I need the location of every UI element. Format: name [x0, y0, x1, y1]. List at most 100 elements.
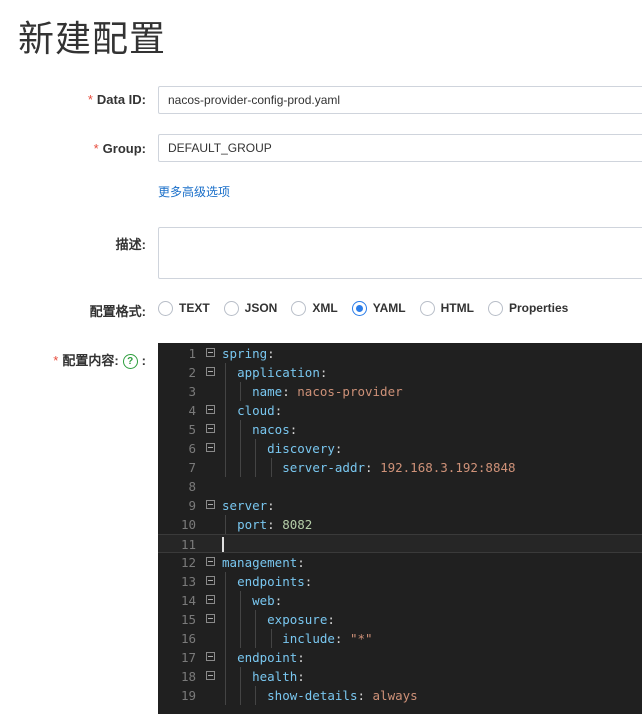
- line-number: 17: [180, 650, 196, 665]
- radio-xml[interactable]: XML: [291, 300, 338, 316]
- code-text: include: "*": [282, 631, 373, 646]
- line-number: 8: [188, 479, 196, 494]
- data-id-label-text: Data ID:: [96, 92, 146, 107]
- fold-toggle-icon[interactable]: [206, 557, 215, 566]
- indent-guide: [255, 610, 257, 648]
- radio-label: JSON: [244, 301, 278, 315]
- radio-text[interactable]: TEXT: [158, 300, 210, 316]
- code-line[interactable]: 19 show-details: always: [158, 686, 642, 705]
- line-number: 10: [180, 517, 196, 532]
- radio-label: XML: [312, 301, 338, 315]
- indent-guide: [240, 382, 242, 401]
- radio-label: YAML: [372, 301, 406, 315]
- code-line[interactable]: 16 include: "*": [158, 629, 642, 648]
- fold-toggle-icon[interactable]: [206, 424, 215, 433]
- line-number: 9: [188, 498, 196, 513]
- help-icon[interactable]: ?: [122, 354, 138, 370]
- code-line[interactable]: 14 web:: [158, 591, 642, 610]
- line-number: 11: [180, 537, 196, 552]
- code-text: port: 8082: [237, 517, 313, 532]
- data-id-input[interactable]: nacos-provider-config-prod.yaml: [158, 86, 642, 114]
- line-number: 3: [188, 384, 196, 399]
- radio-circle[interactable]: [158, 300, 173, 316]
- code-line[interactable]: 10 port: 8082: [158, 515, 642, 534]
- radio-yaml[interactable]: YAML: [351, 300, 406, 316]
- code-line[interactable]: 1 spring:: [158, 344, 642, 363]
- indent-guide: [270, 458, 272, 477]
- line-number: 13: [180, 574, 196, 589]
- code-line[interactable]: 13 endpoints:: [158, 572, 642, 591]
- code-text: cloud:: [237, 403, 283, 418]
- indent-guide: [255, 686, 257, 705]
- code-text: endpoint:: [237, 650, 305, 665]
- fold-toggle-icon[interactable]: [206, 671, 215, 680]
- required-mark: *: [87, 92, 93, 107]
- code-text: show-details: always: [267, 688, 418, 703]
- code-line[interactable]: 8: [158, 477, 642, 496]
- code-line[interactable]: 12 management:: [158, 553, 642, 572]
- line-number: 7: [188, 460, 196, 475]
- code-line[interactable]: 2 application:: [158, 363, 642, 382]
- indent-guide: [255, 439, 257, 477]
- radio-label: HTML: [440, 301, 474, 315]
- data-id-label: * Data ID:: [88, 92, 146, 107]
- code-line[interactable]: 9 server:: [158, 496, 642, 515]
- text-cursor: [222, 537, 224, 552]
- code-text: spring:: [222, 346, 275, 361]
- code-text: web:: [252, 593, 283, 608]
- radio-circle[interactable]: [223, 300, 239, 316]
- code-line[interactable]: 17 endpoint:: [158, 648, 642, 667]
- content-label-colon: :: [141, 353, 146, 368]
- code-text: endpoints:: [237, 574, 313, 589]
- code-text: server-addr: 192.168.3.192:8848: [282, 460, 516, 475]
- indent-guide: [225, 363, 226, 477]
- fold-toggle-icon[interactable]: [206, 405, 215, 414]
- code-text: application:: [237, 365, 328, 380]
- description-textarea[interactable]: [158, 227, 642, 279]
- indent-guide: [225, 572, 226, 705]
- code-line[interactable]: 18 health:: [158, 667, 642, 686]
- code-line[interactable]: 6 discovery:: [158, 439, 642, 458]
- fold-toggle-icon[interactable]: [206, 614, 215, 623]
- fold-toggle-icon[interactable]: [206, 443, 215, 452]
- code-line[interactable]: 7 server-addr: 192.168.3.192:8848: [158, 458, 642, 477]
- fold-toggle-icon[interactable]: [206, 595, 215, 604]
- radio-circle[interactable]: [291, 300, 307, 316]
- code-line[interactable]: 15 exposure:: [158, 610, 642, 629]
- radio-html[interactable]: HTML: [419, 300, 474, 316]
- fold-toggle-icon[interactable]: [206, 652, 215, 661]
- line-number: 6: [188, 441, 196, 456]
- code-editor[interactable]: 1 spring: 2 application: 3 name: nacos-prov…: [158, 343, 642, 714]
- radio-properties[interactable]: Properties: [487, 300, 568, 316]
- advanced-options-link[interactable]: 更多高级选项: [158, 183, 230, 200]
- code-text: health:: [252, 669, 305, 684]
- fold-toggle-icon[interactable]: [206, 348, 215, 357]
- line-number: 4: [188, 403, 196, 418]
- code-line[interactable]: 3 name: nacos-provider: [158, 382, 642, 401]
- fold-toggle-icon[interactable]: [206, 500, 215, 509]
- fold-toggle-icon[interactable]: [206, 576, 215, 585]
- line-number: 5: [188, 422, 196, 437]
- group-input[interactable]: DEFAULT_GROUP: [158, 134, 642, 162]
- line-number: 1: [188, 346, 196, 361]
- content-label-text: 配置内容:: [62, 353, 119, 368]
- line-number: 16: [180, 631, 196, 646]
- indent-guide: [225, 515, 226, 534]
- indent-guide: [240, 667, 242, 705]
- radio-json[interactable]: JSON: [223, 300, 278, 316]
- format-radio-group: TEXT JSON XML YAML HTML Properties: [158, 299, 582, 317]
- code-line[interactable]: 11: [158, 534, 642, 553]
- radio-circle[interactable]: [419, 300, 435, 316]
- fold-toggle-icon[interactable]: [206, 367, 215, 376]
- code-line[interactable]: 5 nacos:: [158, 420, 642, 439]
- radio-circle-selected[interactable]: [351, 300, 367, 316]
- code-line[interactable]: 4 cloud:: [158, 401, 642, 420]
- line-number: 12: [180, 555, 196, 570]
- indent-guide: [240, 420, 242, 477]
- radio-circle[interactable]: [487, 300, 503, 316]
- indent-guide: [270, 629, 272, 648]
- indent-guide: [240, 591, 242, 648]
- code-text: management:: [222, 555, 305, 570]
- line-number: 18: [180, 669, 196, 684]
- code-text: exposure:: [267, 612, 335, 627]
